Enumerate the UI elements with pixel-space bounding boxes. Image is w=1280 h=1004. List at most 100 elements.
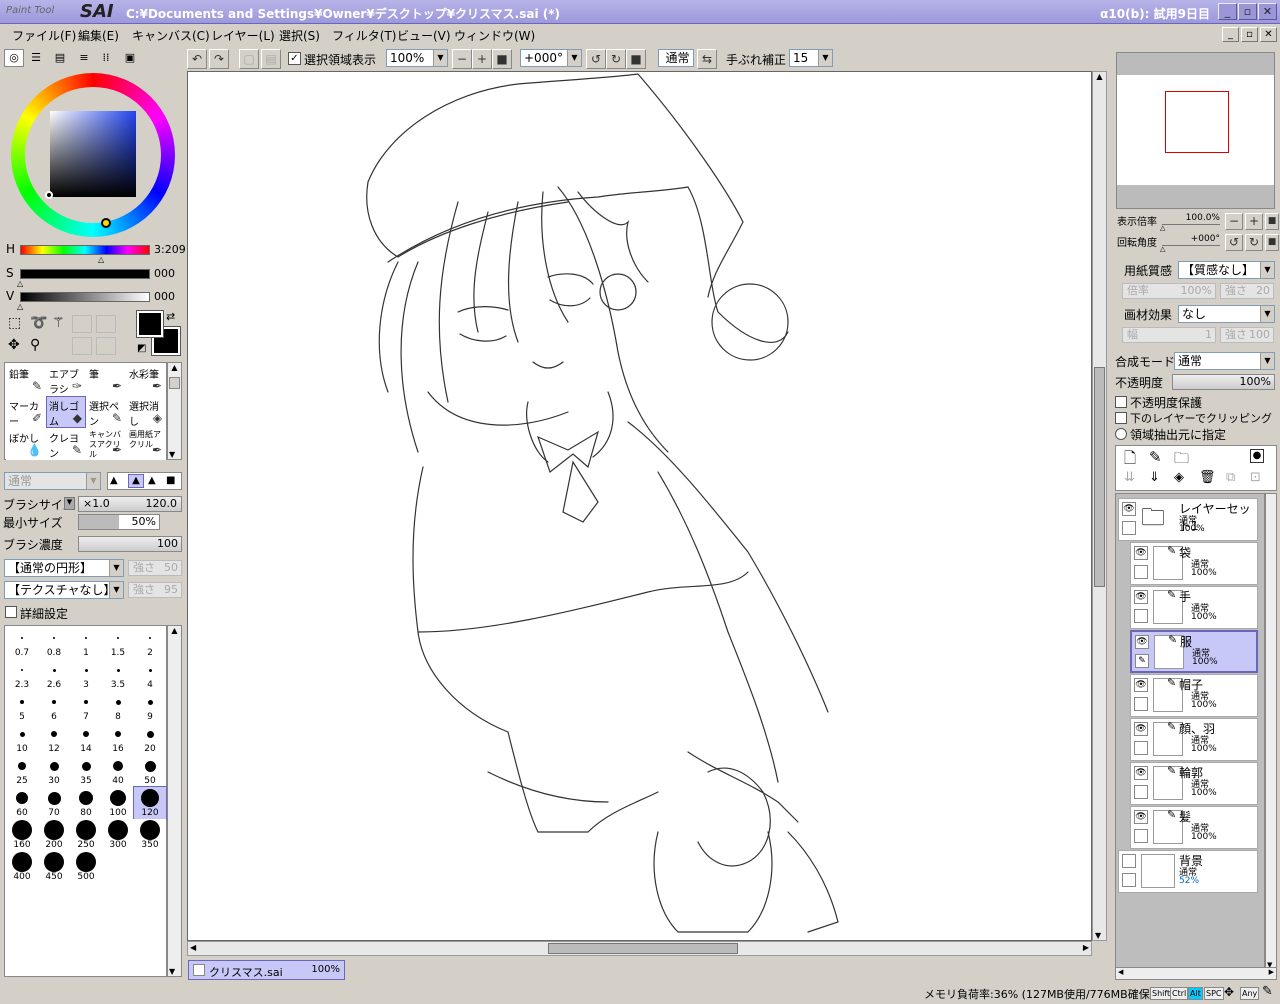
nav-rotate-handle[interactable]: △ bbox=[1160, 245, 1165, 253]
scroll-down-icon[interactable]: ▼ bbox=[169, 450, 175, 459]
eye-icon[interactable]: 👁 bbox=[1134, 766, 1148, 780]
eye-icon[interactable]: 👁 bbox=[1122, 502, 1136, 516]
paper-texture-select[interactable]: 【質感なし】 ▼ bbox=[1178, 261, 1275, 279]
brush-preset[interactable]: 120 bbox=[133, 786, 167, 820]
eye-icon[interactable]: 👁 bbox=[1134, 810, 1148, 824]
maximize-icon[interactable]: ▫ bbox=[1238, 3, 1257, 20]
tool-marker[interactable]: マーカー ✐ bbox=[6, 396, 46, 428]
layer-lock-box[interactable] bbox=[1122, 521, 1136, 535]
show-selection-checkbox[interactable]: ✓ bbox=[288, 52, 301, 65]
tool-airbrush[interactable]: エアブラシ ✑ bbox=[46, 364, 86, 396]
scroll-left-icon[interactable]: ◀ bbox=[1118, 968, 1123, 976]
hue-cursor[interactable] bbox=[101, 218, 111, 228]
primary-color-swatch[interactable] bbox=[136, 310, 164, 338]
undo-icon[interactable]: ↶ bbox=[187, 49, 207, 69]
brush-preset[interactable]: 7 bbox=[70, 691, 102, 723]
layer-item[interactable]: 👁 ✎ 輪郭 通常 100% bbox=[1130, 762, 1258, 805]
transparent-color-icon[interactable]: ◩ bbox=[137, 343, 146, 354]
rect-select-icon[interactable]: ⬚ bbox=[8, 315, 21, 331]
swap-colors-icon[interactable]: ⇄ bbox=[166, 310, 175, 323]
brush-preset[interactable]: 3.5 bbox=[102, 659, 134, 691]
layer-item[interactable]: 背景 通常 52% bbox=[1118, 850, 1258, 893]
scroll-up-icon[interactable]: ▲ bbox=[168, 626, 181, 635]
brush-preset[interactable]: 4 bbox=[134, 659, 166, 691]
tool-selection-eraser[interactable]: 選択消し ◈ bbox=[126, 396, 166, 428]
layer-item[interactable]: 👁 ✎ ✎ 服通常 100% bbox=[1130, 630, 1258, 673]
tool-brush[interactable]: 筆 ✒ bbox=[86, 364, 126, 396]
brush-preset[interactable]: 30 bbox=[38, 755, 70, 787]
eye-icon[interactable]: 👁 bbox=[1135, 635, 1149, 649]
min-size-bar[interactable]: 50% bbox=[78, 514, 160, 530]
brush-preset[interactable]: 8 bbox=[102, 691, 134, 723]
eye-icon[interactable]: 👁 bbox=[1134, 722, 1148, 736]
s-slider[interactable] bbox=[20, 269, 150, 279]
brush-preset[interactable]: 40 bbox=[102, 755, 134, 787]
brush-preset[interactable]: 2 bbox=[134, 627, 166, 659]
layer-item[interactable]: 👁 ✎ 帽子 通常 100% bbox=[1130, 674, 1258, 717]
tool-watercolor[interactable]: 水彩筆 ✒ bbox=[126, 364, 166, 396]
brush-preset[interactable]: 350 bbox=[134, 819, 166, 851]
nav-rotate-slider[interactable]: +000° bbox=[1162, 234, 1220, 246]
scroll-thumb[interactable] bbox=[548, 943, 738, 954]
zoom-select[interactable]: 100% ▼ bbox=[386, 49, 448, 67]
selection-source-radio[interactable] bbox=[1115, 428, 1127, 440]
brush-preset[interactable]: 300 bbox=[102, 819, 134, 851]
nav-rotate-left-icon[interactable]: ↺ bbox=[1225, 234, 1243, 251]
tool-pencil[interactable]: 鉛筆 ✎ bbox=[6, 364, 46, 396]
brush-preset[interactable]: 12 bbox=[38, 723, 70, 755]
eye-icon[interactable]: 👁 bbox=[1134, 590, 1148, 604]
edge-square-icon[interactable]: ■ bbox=[166, 475, 175, 486]
scratchpad-tab-icon[interactable]: ▣ bbox=[120, 49, 140, 67]
brush-edge-selector[interactable]: ▲ ▲ ▲ ■ bbox=[107, 472, 182, 490]
brush-preset[interactable]: 0.7 bbox=[6, 627, 38, 659]
paper-scale-bar[interactable]: 倍率 100% bbox=[1122, 283, 1216, 299]
nav-zoom-reset-icon[interactable]: ■ bbox=[1265, 213, 1279, 230]
menu-view[interactable]: ビュー(V) bbox=[397, 27, 451, 44]
brush-preset[interactable]: 0.8 bbox=[38, 627, 70, 659]
palette-tab-icon[interactable]: ⁞⁞ bbox=[96, 49, 116, 67]
doc-minimize-icon[interactable]: _ bbox=[1222, 27, 1239, 42]
paper-strength-bar[interactable]: 強さ 20 bbox=[1220, 283, 1274, 299]
layer-item[interactable]: 👁 ✎ 髪通常 100% bbox=[1130, 806, 1258, 849]
nav-rotate-right-icon[interactable]: ↻ bbox=[1245, 234, 1263, 251]
menu-file[interactable]: ファイル(F) bbox=[12, 27, 76, 44]
swatch-tab-icon[interactable]: ≡ bbox=[74, 49, 94, 67]
brush-preset[interactable]: 3 bbox=[70, 659, 102, 691]
layer-lock-box[interactable] bbox=[1134, 565, 1148, 579]
move-icon[interactable]: ✥ bbox=[8, 337, 20, 353]
brush-size-bar[interactable]: ×1.0 120.0 bbox=[78, 496, 182, 512]
size-dropdown-icon[interactable]: ▼ bbox=[64, 497, 75, 510]
menu-filter[interactable]: フィルタ(T) bbox=[332, 27, 396, 44]
edge-flat-icon[interactable]: ▲ bbox=[148, 475, 156, 486]
canvas[interactable] bbox=[187, 71, 1092, 941]
canvas-vertical-scrollbar[interactable]: ▲ ▼ bbox=[1092, 71, 1107, 941]
opacity-bar[interactable]: 100% bbox=[1172, 374, 1275, 390]
tool-list-scrollbar[interactable]: ▲ ▼ bbox=[167, 362, 182, 460]
clipping-checkbox[interactable] bbox=[1115, 412, 1127, 424]
zoom-in-icon[interactable]: + bbox=[472, 49, 492, 69]
v-slider[interactable] bbox=[20, 292, 150, 302]
rgb-slider-tab-icon[interactable]: ☰ bbox=[26, 49, 46, 67]
tool-paper-acrylic[interactable]: 画用紙アクリル ✒ bbox=[126, 428, 166, 460]
preset-scrollbar[interactable]: ▲ ▼ bbox=[167, 625, 182, 977]
doc-restore-icon[interactable]: ▫ bbox=[1241, 27, 1258, 42]
navigator[interactable] bbox=[1116, 52, 1275, 209]
brush-preset[interactable]: 14 bbox=[70, 723, 102, 755]
brush-preset[interactable]: 10 bbox=[6, 723, 38, 755]
eye-icon[interactable] bbox=[1122, 854, 1136, 868]
brush-preset[interactable]: 500 bbox=[70, 851, 102, 883]
brush-preset[interactable]: 70 bbox=[38, 787, 70, 819]
layer-lock-box[interactable] bbox=[1134, 829, 1148, 843]
canvas-horizontal-scrollbar[interactable]: ◀ ▶ bbox=[187, 941, 1092, 956]
brush-preset[interactable]: 16 bbox=[102, 723, 134, 755]
brush-preset[interactable]: 2.6 bbox=[38, 659, 70, 691]
scroll-up-icon[interactable]: ▲ bbox=[168, 363, 181, 372]
clear-layer-icon[interactable]: ◈ bbox=[1174, 470, 1184, 485]
brush-preset[interactable]: 160 bbox=[6, 819, 38, 851]
menu-layer[interactable]: レイヤー(L) bbox=[211, 27, 275, 44]
sv-cursor[interactable] bbox=[45, 191, 53, 199]
density-bar[interactable]: 100 bbox=[78, 536, 182, 552]
effect-strength-bar[interactable]: 強さ 100 bbox=[1220, 327, 1274, 343]
layer-lock-box[interactable] bbox=[1134, 609, 1148, 623]
brush-preset[interactable]: 50 bbox=[134, 755, 166, 787]
